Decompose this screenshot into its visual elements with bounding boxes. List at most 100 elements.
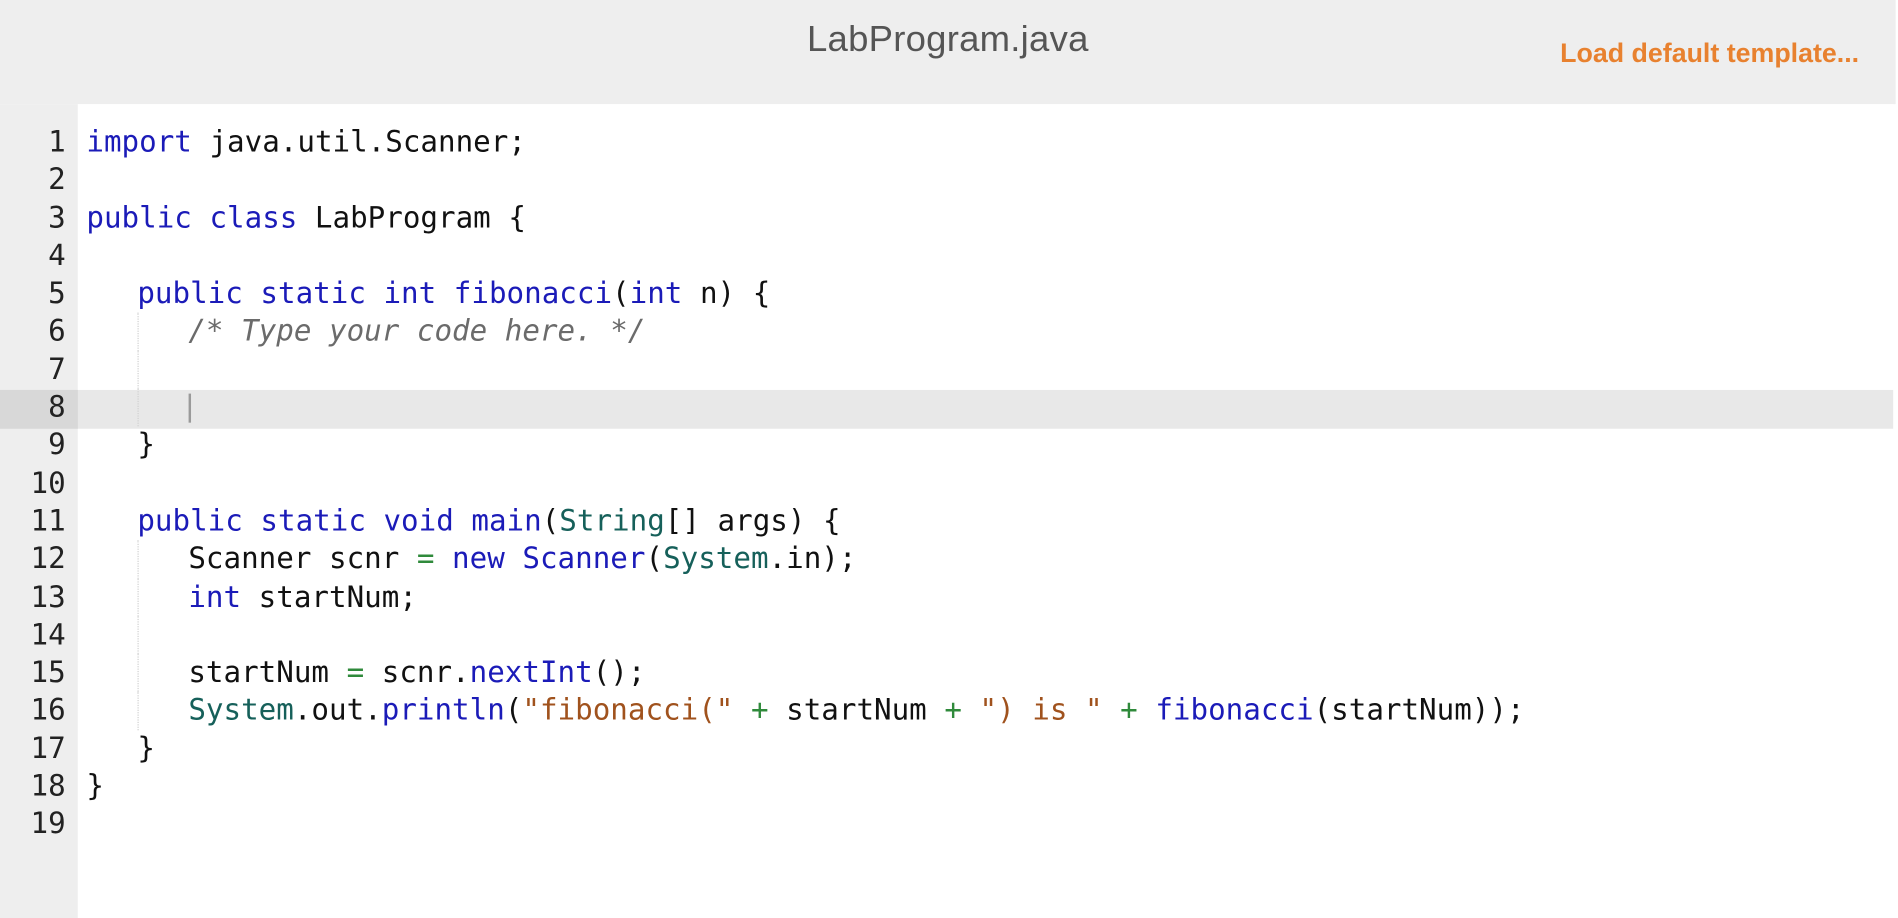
code-token: System [188,693,294,728]
load-default-template-button[interactable]: Load default template... [1560,38,1859,69]
line-number: 12 [30,541,66,576]
code-line-text: public static void main(String[] args) { [137,503,840,541]
line-number: 8 [48,390,66,424]
indent-guide [137,313,139,351]
indent-guide [137,578,139,617]
code-line-text: public static int fibonacci(int n) { [137,275,770,313]
code-line[interactable]: 19 [0,806,1893,844]
code-line[interactable]: 9} [0,427,1893,465]
text-cursor [188,393,191,423]
line-number: 16 [30,693,66,728]
code-token: n) { [682,276,771,311]
code-line[interactable]: 5 public static int fibonacci(int n) { [0,275,1893,313]
code-line-text: Scanner scnr = new Scanner(System.in); [188,540,856,578]
code-line[interactable]: 12 Scanner scnr = new Scanner(System.in); [0,540,1893,579]
code-token: + [750,693,769,728]
code-line[interactable]: 18} [0,768,1893,806]
code-line[interactable]: 6 /* Type your code here. */ [0,313,1893,351]
code-token: } [137,731,155,766]
line-number: 5 [48,276,66,311]
code-line-text: /* Type your code here. */ [188,313,645,351]
code-token: int [629,276,683,311]
line-number: 17 [30,731,66,766]
code-line-text: } [86,768,104,806]
code-line[interactable]: 2 [0,161,1893,199]
code-token: = [346,655,365,690]
code-token: ( [612,276,630,311]
indent-guide [137,692,139,730]
code-token: (startNum)); [1313,693,1525,728]
line-number: 3 [48,200,66,235]
line-number: 10 [30,465,66,500]
code-line[interactable]: 14 [0,616,1893,655]
code-line-text: } [137,730,155,768]
code-token: + [1120,693,1138,728]
code-line[interactable]: 1 import java.util.Scanner; [0,124,1893,162]
code-token: int [188,579,242,614]
code-token: println [381,693,505,728]
code-line-text: import java.util.Scanner; [86,124,526,162]
code-line-text: startNum = scnr.nextInt(); [188,654,645,692]
code-token: "fibonacci(" [522,693,734,728]
code-line[interactable]: 4 [0,237,1893,275]
code-line[interactable]: 7 [0,350,1893,389]
code-line-text: int startNum; [188,578,417,616]
code-line[interactable]: 3 public class LabProgram { [0,199,1893,237]
line-number: 14 [30,617,66,652]
code-token: startNum; [241,579,417,614]
code-token: } [137,427,155,462]
code-token: } [86,769,104,804]
code-token: + [944,693,962,728]
code-token: System [663,541,769,576]
code-token: nextInt [469,655,593,690]
line-number: 18 [30,769,66,804]
code-token: ( [504,693,523,728]
line-number: 19 [30,807,66,841]
code-token: startNum [768,693,945,728]
code-lines[interactable]: 1 import java.util.Scanner; 2 3 public class… [0,124,1893,844]
code-token: Scanner scnr [188,541,417,576]
line-number: 2 [48,162,66,197]
code-token: ( [645,541,664,576]
code-token: .in); [768,541,857,576]
code-line[interactable]: 17} [0,730,1893,768]
code-token: .out. [293,693,382,728]
line-number: 6 [48,314,66,349]
indent-guide [137,616,139,655]
code-line[interactable]: 16 System.out.println("fibonacci(" + star… [0,692,1893,730]
code-line[interactable]: 10 [0,465,1893,503]
line-number: 11 [30,503,66,538]
line-number: 7 [48,352,66,387]
code-token: import [86,124,192,159]
code-token: String [559,503,665,538]
code-token: LabProgram { [297,200,526,235]
code-token: /* Type your code here. */ [188,314,646,349]
code-token: Scanner [522,541,646,576]
code-line[interactable]: 11 public static void main(String[] args)… [0,503,1893,541]
code-token: public static int [137,276,437,311]
indent-guide [137,540,139,579]
code-token: public class [86,200,298,235]
code-editor-window: LabProgram.java Load default template...… [0,0,1898,918]
code-token: ( [541,503,560,538]
line-number: 13 [30,579,66,614]
code-line[interactable]: 8 [0,388,1893,427]
code-token: java.util.Scanner; [191,124,526,159]
code-line-text: System.out.println("fibonacci(" + startN… [188,692,1524,730]
indent-guide [137,388,139,427]
code-token: public static void [137,503,454,538]
code-token: startNum [188,655,347,690]
code-token: scnr. [364,655,470,690]
code-line[interactable]: 15 startNum = scnr.nextInt(); [0,654,1893,693]
line-number: 9 [48,427,66,462]
line-number: 15 [30,655,66,690]
code-line-text: } [137,427,155,465]
code-line[interactable]: 13 int startNum; [0,578,1893,617]
code-token: new [452,541,505,576]
